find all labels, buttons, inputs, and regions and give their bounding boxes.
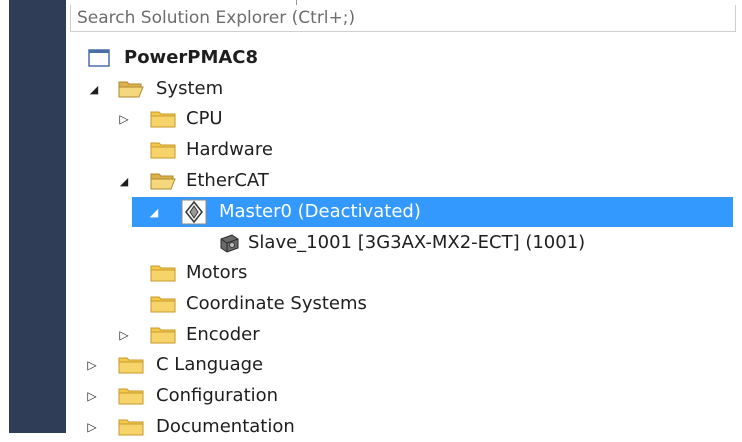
folder-icon [150, 289, 176, 319]
left-sidebar [0, 5, 66, 433]
tree-item-label: Encoder [186, 324, 260, 345]
folder-icon [150, 320, 176, 350]
tree-item-label: Slave_1001 [3G3AX-MX2-ECT] (1001) [248, 232, 586, 253]
tree-item-label: Documentation [156, 416, 295, 437]
tree-item-label: Configuration [156, 385, 279, 406]
expanded-arrow-icon[interactable]: ◢ [86, 74, 102, 104]
folder-icon [118, 381, 144, 411]
tree-item-label: Motors [186, 262, 248, 283]
tree-item-configuration[interactable]: ▷ Configuration [66, 381, 733, 411]
folder-icon [118, 350, 144, 380]
tree-item-hardware[interactable]: Hardware [66, 135, 733, 165]
master0-label: Master0 (Deactivated) [219, 201, 421, 222]
folder-icon [150, 104, 176, 134]
tree-item-cpu[interactable]: ▷ CPU [66, 104, 733, 134]
tree-item-encoder[interactable]: ▷ Encoder [66, 320, 733, 350]
search-box[interactable] [70, 5, 736, 32]
tree-item-ethercat[interactable]: ◢ EtherCAT [66, 166, 733, 196]
search-input[interactable] [77, 5, 717, 30]
collapsed-arrow-icon[interactable]: ▷ [116, 104, 132, 134]
tree-item-label: System [156, 78, 224, 99]
folder-icon [150, 135, 176, 165]
slave-device-icon [218, 228, 240, 258]
collapsed-arrow-icon[interactable]: ▷ [84, 350, 100, 380]
open-folder-icon [118, 74, 144, 104]
tree-item-coordinate-systems[interactable]: Coordinate Systems [66, 289, 733, 319]
tree-item-c-language[interactable]: ▷ C Language [66, 350, 733, 380]
tree-item-label: Coordinate Systems [186, 293, 367, 314]
tree-item-motors[interactable]: Motors [66, 258, 733, 288]
expanded-arrow-icon[interactable]: ◢ [116, 166, 132, 196]
tree-item-project[interactable]: PowerPMAC8 [66, 43, 733, 73]
collapsed-arrow-icon[interactable]: ▷ [116, 320, 132, 350]
collapsed-arrow-icon[interactable]: ▷ [84, 412, 100, 442]
project-icon [88, 43, 110, 73]
tree-item-label: CPU [186, 108, 223, 129]
tree-item-label: C Language [156, 354, 264, 375]
solution-explorer-panel: PowerPMAC8 ◢ System ▷ CPU [66, 5, 742, 437]
master-expanded-arrow-icon[interactable]: ◢ [146, 197, 162, 227]
tree-item-label: Hardware [186, 139, 273, 160]
tree-item-documentation[interactable]: ▷ Documentation [66, 412, 733, 442]
open-folder-icon [150, 166, 176, 196]
left-edge [0, 0, 9, 433]
tree-item-system[interactable]: ◢ System [66, 74, 733, 104]
folder-icon [150, 258, 176, 288]
ethercat-master-icon [181, 197, 207, 227]
tree-item-label: EtherCAT [186, 170, 269, 191]
collapsed-arrow-icon[interactable]: ▷ [84, 381, 100, 411]
tree-item-slave[interactable]: Slave_1001 [3G3AX-MX2-ECT] (1001) [66, 228, 733, 258]
folder-icon [118, 412, 144, 442]
tree-item-label: PowerPMAC8 [124, 47, 259, 68]
